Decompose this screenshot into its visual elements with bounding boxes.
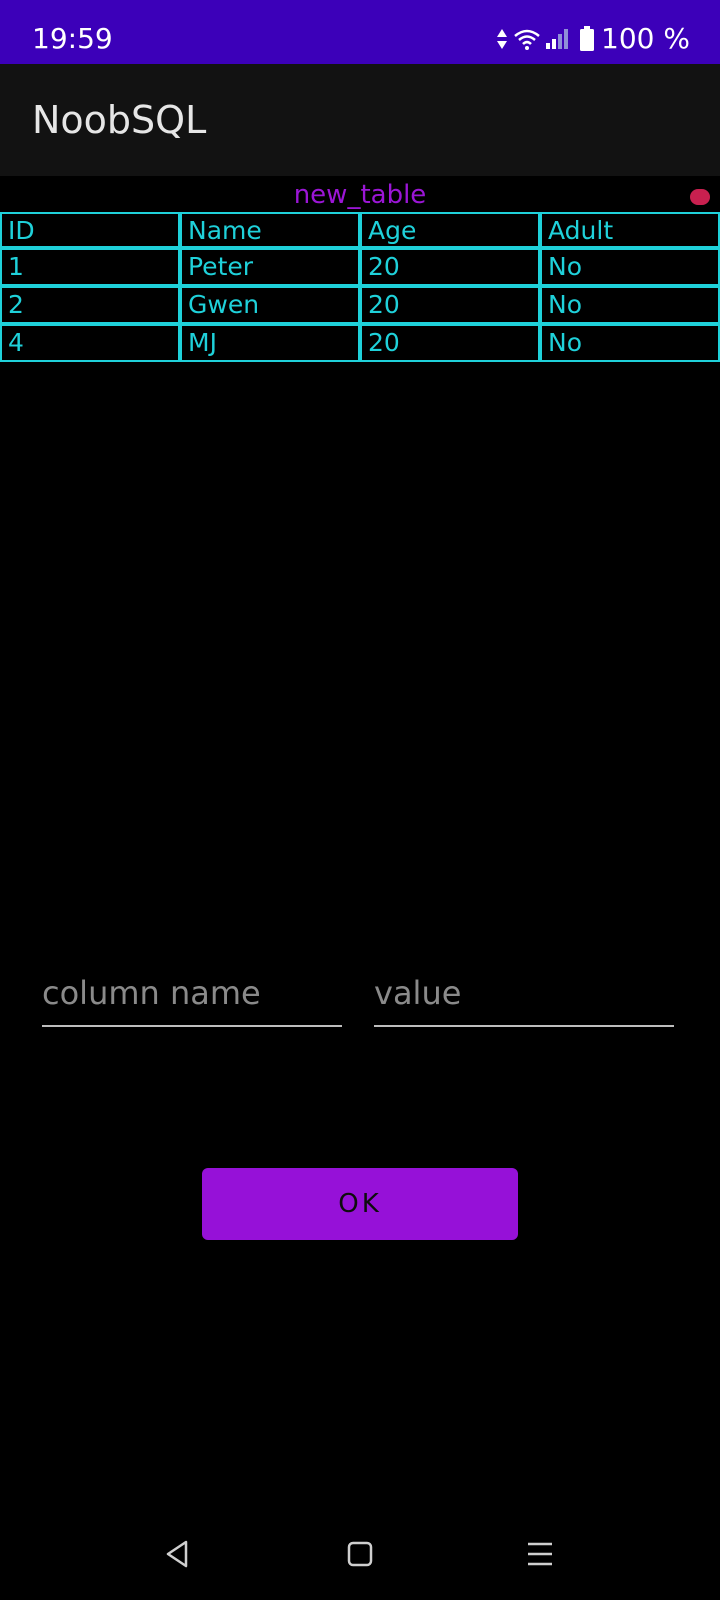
table-cell: Gwen xyxy=(180,286,360,324)
table-cell: Peter xyxy=(180,248,360,286)
ok-button[interactable]: OK xyxy=(202,1168,518,1240)
battery-icon xyxy=(579,25,595,52)
table-cell: 20 xyxy=(360,324,540,362)
status-dot xyxy=(690,189,710,205)
home-icon[interactable] xyxy=(340,1534,380,1574)
signal-icon xyxy=(545,27,571,51)
table-cell: 4 xyxy=(0,324,180,362)
back-icon[interactable] xyxy=(158,1534,198,1574)
table-cell: No xyxy=(540,286,720,324)
table-cell: No xyxy=(540,248,720,286)
table-cell: No xyxy=(540,324,720,362)
status-icons: 100 % xyxy=(495,22,690,55)
table-row[interactable]: 4 MJ 20 No xyxy=(0,324,720,362)
table-cell: MJ xyxy=(180,324,360,362)
table-name: new_table xyxy=(293,180,427,210)
data-transfer-icon xyxy=(495,27,509,51)
table-header-row: ID Name Age Adult xyxy=(0,212,720,248)
table-cell: 1 xyxy=(0,248,180,286)
column-name-input[interactable] xyxy=(42,965,342,1021)
wifi-icon xyxy=(513,27,541,51)
column-header: ID xyxy=(0,212,180,248)
table-cell: 20 xyxy=(360,248,540,286)
battery-percentage: 100 % xyxy=(601,22,690,55)
status-bar: 19:59 100 % xyxy=(0,0,720,64)
table-row[interactable]: 1 Peter 20 No xyxy=(0,248,720,286)
table-cell: 20 xyxy=(360,286,540,324)
value-field xyxy=(374,965,674,1027)
status-time: 19:59 xyxy=(32,22,113,55)
column-header: Name xyxy=(180,212,360,248)
app-bar: NoobSQL xyxy=(0,64,720,176)
table-cell: 2 xyxy=(0,286,180,324)
column-header: Age xyxy=(360,212,540,248)
navigation-bar xyxy=(0,1520,720,1600)
data-table: ID Name Age Adult 1 Peter 20 No 2 Gwen 2… xyxy=(0,212,720,362)
menu-icon[interactable] xyxy=(520,1534,560,1574)
column-header: Adult xyxy=(540,212,720,248)
table-row[interactable]: 2 Gwen 20 No xyxy=(0,286,720,324)
value-input[interactable] xyxy=(374,965,674,1021)
app-title: NoobSQL xyxy=(32,98,207,142)
column-name-field xyxy=(42,965,342,1027)
